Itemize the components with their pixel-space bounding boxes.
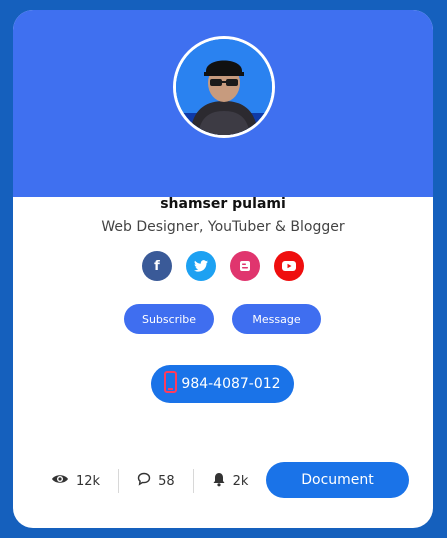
social-links: f <box>13 251 433 281</box>
document-button[interactable]: Document <box>266 462 409 498</box>
message-button[interactable]: Message <box>232 304 321 334</box>
notifications-stat: 2k <box>192 469 267 493</box>
profile-card: shamser pulami Web Designer, YouTuber & … <box>13 10 433 528</box>
avatar <box>173 36 275 138</box>
mobile-phone-icon <box>164 371 178 397</box>
comments-count: 58 <box>158 473 175 489</box>
phone-number: 984-4087-012 <box>181 376 281 392</box>
blogger-icon[interactable] <box>230 251 260 281</box>
facebook-icon[interactable]: f <box>142 251 172 281</box>
views-stat: 12k <box>51 469 118 493</box>
eye-icon <box>51 473 69 489</box>
phone-button[interactable]: 984-4087-012 <box>151 365 294 403</box>
subscribe-button[interactable]: Subscribe <box>124 304 214 334</box>
profile-name: shamser pulami <box>160 196 286 212</box>
youtube-icon[interactable] <box>274 251 304 281</box>
twitter-icon[interactable] <box>186 251 216 281</box>
bell-icon <box>212 472 226 491</box>
comment-icon <box>137 472 151 490</box>
notifications-count: 2k <box>232 473 249 489</box>
profile-role: Web Designer, YouTuber & Blogger <box>101 219 345 235</box>
stats-bar: 12k 58 2k <box>51 468 265 494</box>
comments-stat: 58 <box>118 469 193 493</box>
views-count: 12k <box>76 473 101 489</box>
